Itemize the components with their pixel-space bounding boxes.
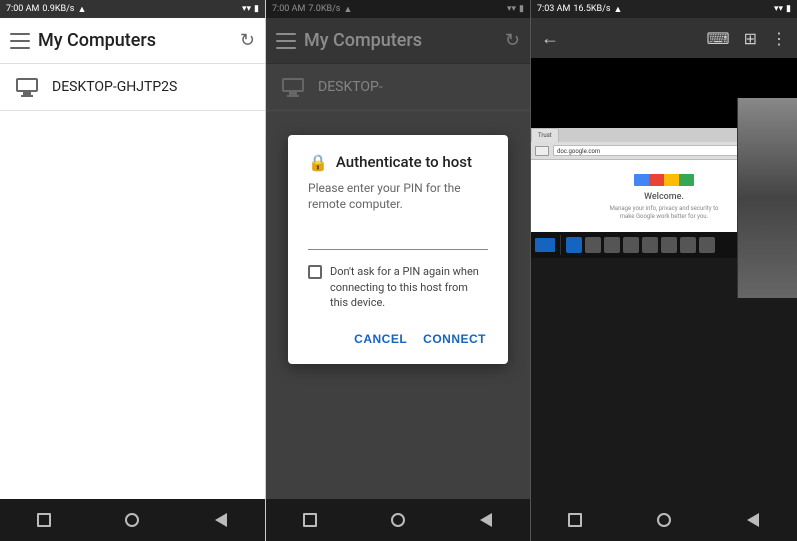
nav-square-2[interactable] xyxy=(296,506,324,534)
google-logo xyxy=(634,174,694,186)
cancel-button[interactable]: CANCEL xyxy=(352,328,409,350)
browser-tab-trust[interactable]: Trust xyxy=(531,128,559,142)
page-title-1: My Computers xyxy=(38,30,240,51)
nav-square-3[interactable] xyxy=(561,506,589,534)
circle-icon-3 xyxy=(657,513,671,527)
status-data-1: 0.9KB/s xyxy=(42,4,74,14)
panel-auth-dialog: 7:00 AM 7.0KB/s ▲ ▾▾ ▮ My Computers ↻ DE… xyxy=(266,0,531,541)
side-image-overlay xyxy=(737,98,797,298)
pin-input[interactable] xyxy=(308,225,488,250)
status-battery-1: ▮ xyxy=(254,4,259,14)
computer-name-1: DESKTOP-GHJTP2S xyxy=(52,79,177,95)
dialog-title-row: 🔒 Authenticate to host xyxy=(308,153,488,172)
dialog-actions: CANCEL CONNECT xyxy=(308,328,488,350)
monitor-icon-1 xyxy=(16,78,38,96)
refresh-icon-1[interactable]: ↻ xyxy=(240,30,255,51)
app-bar-3: ← ⌨ ⊞ ⋮ xyxy=(531,18,797,58)
computer-list-1: DESKTOP-GHJTP2S xyxy=(0,64,265,499)
back-icon-2 xyxy=(480,513,492,527)
taskbar-divider xyxy=(560,235,561,255)
status-wifi-1: ▾▾ xyxy=(242,4,251,14)
status-bar-3: 7:03 AM 16.5KB/s ▲ ▾▾ ▮ xyxy=(531,0,797,18)
auth-dialog: 🔒 Authenticate to host Please enter your… xyxy=(288,135,508,365)
circle-icon-1 xyxy=(125,513,139,527)
nav-back-2[interactable] xyxy=(472,506,500,534)
taskbar-icon-2[interactable] xyxy=(585,237,601,253)
computer-item-1[interactable]: DESKTOP-GHJTP2S xyxy=(0,64,265,111)
nav-back-1[interactable] xyxy=(207,506,235,534)
status-battery-3: ▮ xyxy=(786,4,791,14)
p3-bar-icons: ⌨ ⊞ ⋮ xyxy=(707,29,788,48)
taskbar-icon-7[interactable] xyxy=(680,237,696,253)
checkbox-label: Don't ask for a PIN again when connectin… xyxy=(330,264,488,310)
dialog-subtitle: Please enter your PIN for the remote com… xyxy=(308,180,488,214)
lock-icon: 🔒 xyxy=(308,153,328,172)
back-arrow-icon[interactable]: ← xyxy=(541,28,559,49)
taskbar-icon-browser[interactable] xyxy=(566,237,582,253)
taskbar-icon-6[interactable] xyxy=(661,237,677,253)
taskbar-icon-4[interactable] xyxy=(623,237,639,253)
taskbar-icon-5[interactable] xyxy=(642,237,658,253)
taskbar-icon-8[interactable] xyxy=(699,237,715,253)
welcome-subtext: Manage your info, privacy and security t… xyxy=(604,205,724,222)
square-icon-1 xyxy=(37,513,51,527)
nav-bar-1 xyxy=(0,499,265,541)
grid-icon[interactable]: ⊞ xyxy=(744,29,757,48)
status-wifi-3: ▾▾ xyxy=(774,4,783,14)
status-signal-1: ▲ xyxy=(77,4,86,15)
browser-back-btn[interactable] xyxy=(535,146,549,156)
nav-circle-1[interactable] xyxy=(118,506,146,534)
panel-computers-list: 7:00 AM 0.9KB/s ▲ ▾▾ ▮ My Computers ↻ DE… xyxy=(0,0,266,541)
taskbar-start[interactable] xyxy=(535,238,555,252)
dialog-title: Authenticate to host xyxy=(336,153,472,171)
status-data-3: 16.5KB/s xyxy=(573,4,610,14)
checkbox-row: Don't ask for a PIN again when connectin… xyxy=(308,264,488,310)
menu-icon-1[interactable] xyxy=(10,33,30,49)
more-options-icon[interactable]: ⋮ xyxy=(771,29,787,48)
back-icon-3 xyxy=(747,513,759,527)
checkbox-box xyxy=(308,265,322,279)
status-time-3: 7:03 AM xyxy=(537,4,570,14)
browser-tab-label: Trust xyxy=(538,132,552,139)
dont-ask-checkbox[interactable] xyxy=(308,265,322,279)
status-time-1: 7:00 AM xyxy=(6,4,39,14)
keyboard-icon[interactable]: ⌨ xyxy=(707,29,730,48)
taskbar-icon-3[interactable] xyxy=(604,237,620,253)
nav-bar-2 xyxy=(266,499,530,541)
status-bar-1: 7:00 AM 0.9KB/s ▲ ▾▾ ▮ xyxy=(0,0,265,18)
connect-button[interactable]: CONNECT xyxy=(421,328,488,350)
back-icon-1 xyxy=(215,513,227,527)
status-signal-3: ▲ xyxy=(614,4,623,15)
welcome-heading: Welcome. xyxy=(644,192,684,202)
square-icon-3 xyxy=(568,513,582,527)
nav-back-3[interactable] xyxy=(739,506,767,534)
circle-icon-2 xyxy=(391,513,405,527)
nav-circle-2[interactable] xyxy=(384,506,412,534)
nav-bar-3 xyxy=(531,499,797,541)
nav-circle-3[interactable] xyxy=(650,506,678,534)
app-bar-1: My Computers ↻ xyxy=(0,18,265,64)
nav-square-1[interactable] xyxy=(30,506,58,534)
remote-screen[interactable]: Trust doc.google.com Welcome. Manage you… xyxy=(531,58,797,499)
dialog-overlay: 🔒 Authenticate to host Please enter your… xyxy=(266,0,530,499)
square-icon-2 xyxy=(303,513,317,527)
panel-remote-desktop: 7:03 AM 16.5KB/s ▲ ▾▾ ▮ ← ⌨ ⊞ ⋮ Tr xyxy=(531,0,797,541)
